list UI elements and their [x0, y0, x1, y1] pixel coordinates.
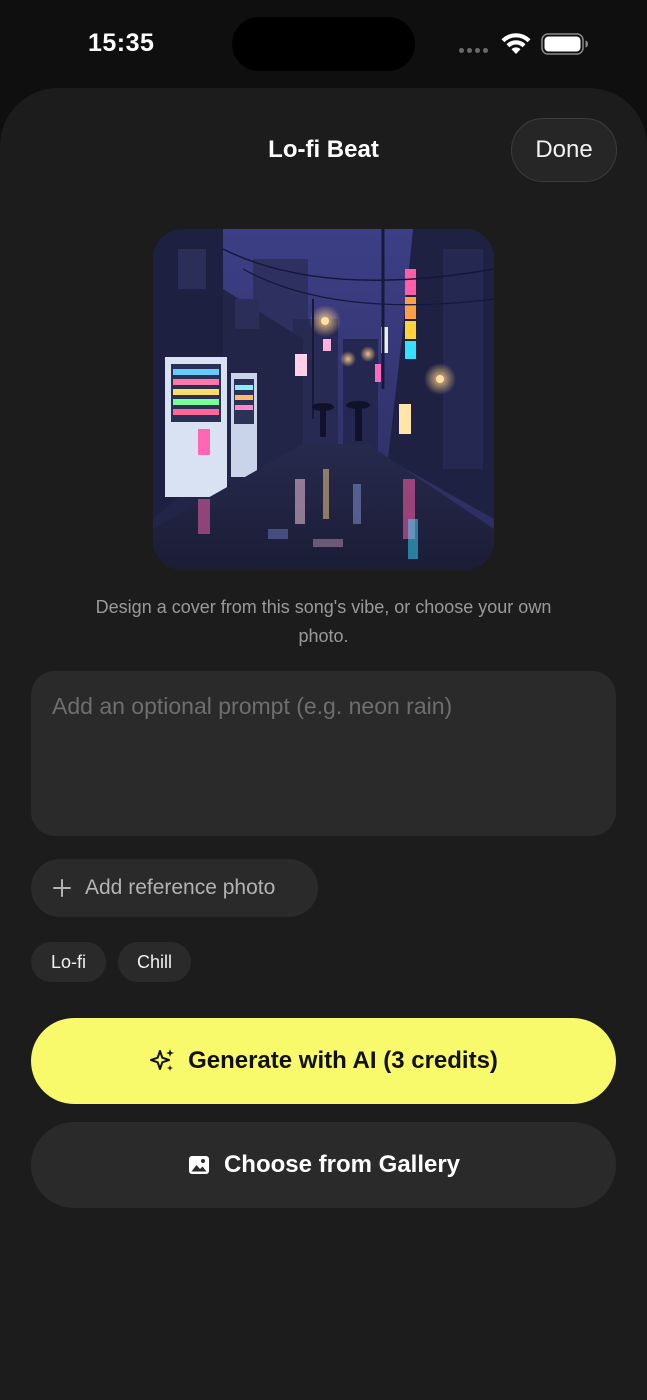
generate-with-ai-button[interactable]: Generate with AI (3 credits)	[31, 1018, 616, 1104]
prompt-placeholder: Add an optional prompt (e.g. neon rain)	[52, 693, 453, 719]
status-bar: 15:35	[0, 0, 647, 88]
battery-icon	[541, 33, 588, 55]
done-button[interactable]: Done	[511, 118, 617, 182]
status-time: 15:35	[88, 29, 155, 57]
wifi-icon	[501, 33, 531, 54]
add-reference-photo-button[interactable]: Add reference photo	[31, 859, 318, 917]
cellular-signal-icon	[459, 48, 488, 53]
cover-art-image	[153, 229, 494, 570]
dynamic-island	[232, 17, 415, 71]
cover-caption: Design a cover from this song's vibe, or…	[95, 597, 552, 646]
choose-from-gallery-button[interactable]: Choose from Gallery	[31, 1122, 616, 1208]
photo-icon	[188, 1156, 209, 1174]
prompt-input[interactable]: Add an optional prompt (e.g. neon rain)	[31, 671, 616, 836]
choose-from-gallery-label: Choose from Gallery	[223, 1151, 461, 1178]
generate-with-ai-label: Generate with AI (3 credits)	[188, 1047, 498, 1074]
tag-lofi[interactable]: Lo-fi	[31, 942, 106, 982]
plus-icon	[53, 879, 71, 897]
add-reference-photo-label: Add reference photo	[85, 876, 276, 899]
cover-sheet: Lo-fi Beat Done Design a cover from this…	[0, 88, 647, 1400]
rainy-neon-alley-artwork	[153, 229, 494, 570]
sparkle-icon	[150, 1049, 175, 1071]
tag-chill[interactable]: Chill	[118, 942, 191, 982]
